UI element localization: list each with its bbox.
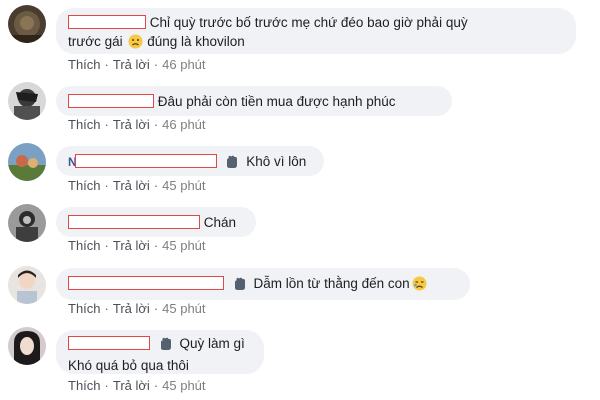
reply-link[interactable]: Trả lời bbox=[113, 57, 150, 72]
avatar[interactable] bbox=[8, 143, 46, 181]
avatar[interactable] bbox=[8, 5, 46, 43]
like-link[interactable]: Thích bbox=[68, 301, 101, 316]
avatar-image bbox=[8, 143, 46, 181]
like-link[interactable]: Thích bbox=[68, 378, 101, 393]
reply-link[interactable]: Trả lời bbox=[113, 238, 150, 253]
crying-face-icon bbox=[412, 276, 427, 296]
redacted-author-name bbox=[68, 215, 200, 229]
like-link[interactable]: Thích bbox=[68, 178, 101, 193]
separator: · bbox=[153, 301, 159, 316]
crying-face-icon bbox=[128, 34, 143, 54]
comment-text: Dẫm lồn từ thằng đến con bbox=[253, 276, 410, 291]
separator: · bbox=[153, 238, 159, 253]
avatar[interactable] bbox=[8, 82, 46, 120]
comment-bubble: Quỳ làm gì Khó quá bỏ qua thôi bbox=[56, 330, 264, 374]
avatar-image bbox=[8, 82, 46, 120]
comment-bubble: Dẫm lồn từ thằng đến con bbox=[56, 268, 470, 300]
redacted-author-name bbox=[68, 276, 224, 290]
comment-bubble: Chán bbox=[56, 207, 256, 237]
redacted-author-name bbox=[68, 15, 146, 29]
timestamp[interactable]: 45 phút bbox=[162, 178, 205, 193]
timestamp[interactable]: 45 phút bbox=[162, 238, 205, 253]
comment-text: đúng là khovilon bbox=[147, 34, 245, 49]
timestamp[interactable]: 45 phút bbox=[162, 378, 205, 393]
avatar[interactable] bbox=[8, 266, 46, 304]
redacted-author-name bbox=[74, 154, 217, 168]
like-link[interactable]: Thích bbox=[68, 238, 101, 253]
redacted-author-name bbox=[68, 336, 150, 350]
reply-link[interactable]: Trả lời bbox=[113, 301, 150, 316]
comment-text: Đâu phải còn tiền mua được hạnh phúc bbox=[157, 94, 396, 109]
comment-text: Chỉ quỳ trước bố trước mẹ chứ đéo bao gi… bbox=[149, 15, 468, 30]
separator: · bbox=[104, 178, 109, 193]
avatar-image bbox=[8, 204, 46, 242]
comment-actions: Thích · Trả lời · 46 phút bbox=[68, 117, 206, 132]
separator: · bbox=[153, 378, 159, 393]
waving-hand-icon bbox=[232, 276, 248, 296]
separator: · bbox=[104, 57, 109, 72]
comment-bubble: Đâu phải còn tiền mua được hạnh phúc bbox=[56, 86, 452, 116]
comment-bubble: Chỉ quỳ trước bố trước mẹ chứ đéo bao gi… bbox=[56, 8, 576, 54]
comment-actions: Thích · Trả lời · 45 phút bbox=[68, 238, 206, 253]
waving-hand-icon bbox=[158, 336, 174, 356]
comment-actions: Thích · Trả lời · 46 phút bbox=[68, 57, 206, 72]
separator: · bbox=[104, 301, 109, 316]
reply-link[interactable]: Trả lời bbox=[113, 117, 150, 132]
comment-actions: Thích · Trả lời · 45 phút bbox=[68, 178, 206, 193]
avatar-image bbox=[8, 5, 46, 43]
separator: · bbox=[153, 117, 159, 132]
timestamp[interactable]: 45 phút bbox=[162, 301, 205, 316]
comment-text: Quỳ làm gì bbox=[179, 336, 245, 351]
reply-link[interactable]: Trả lời bbox=[113, 378, 150, 393]
separator: · bbox=[104, 117, 109, 132]
comment-text: Chán bbox=[203, 215, 237, 230]
separator: · bbox=[104, 238, 109, 253]
redacted-author-name bbox=[68, 94, 154, 108]
waving-hand-icon bbox=[224, 154, 240, 174]
avatar-image bbox=[8, 327, 46, 365]
separator: · bbox=[153, 57, 159, 72]
separator: · bbox=[104, 378, 109, 393]
comment-bubble: N Khô vì lôn bbox=[56, 146, 324, 176]
timestamp[interactable]: 46 phút bbox=[162, 117, 205, 132]
timestamp[interactable]: 46 phút bbox=[162, 57, 205, 72]
comment-actions: Thích · Trả lời · 45 phút bbox=[68, 378, 206, 393]
avatar-image bbox=[8, 266, 46, 304]
comment-text: trước gái bbox=[68, 34, 123, 49]
like-link[interactable]: Thích bbox=[68, 57, 101, 72]
separator: · bbox=[153, 178, 159, 193]
like-link[interactable]: Thích bbox=[68, 117, 101, 132]
comment-text: Khô vì lôn bbox=[246, 154, 307, 169]
comment-actions: Thích · Trả lời · 45 phút bbox=[68, 301, 206, 316]
avatar[interactable] bbox=[8, 204, 46, 242]
comment-text: Khó quá bỏ qua thôi bbox=[68, 358, 189, 373]
reply-link[interactable]: Trả lời bbox=[113, 178, 150, 193]
avatar[interactable] bbox=[8, 327, 46, 365]
